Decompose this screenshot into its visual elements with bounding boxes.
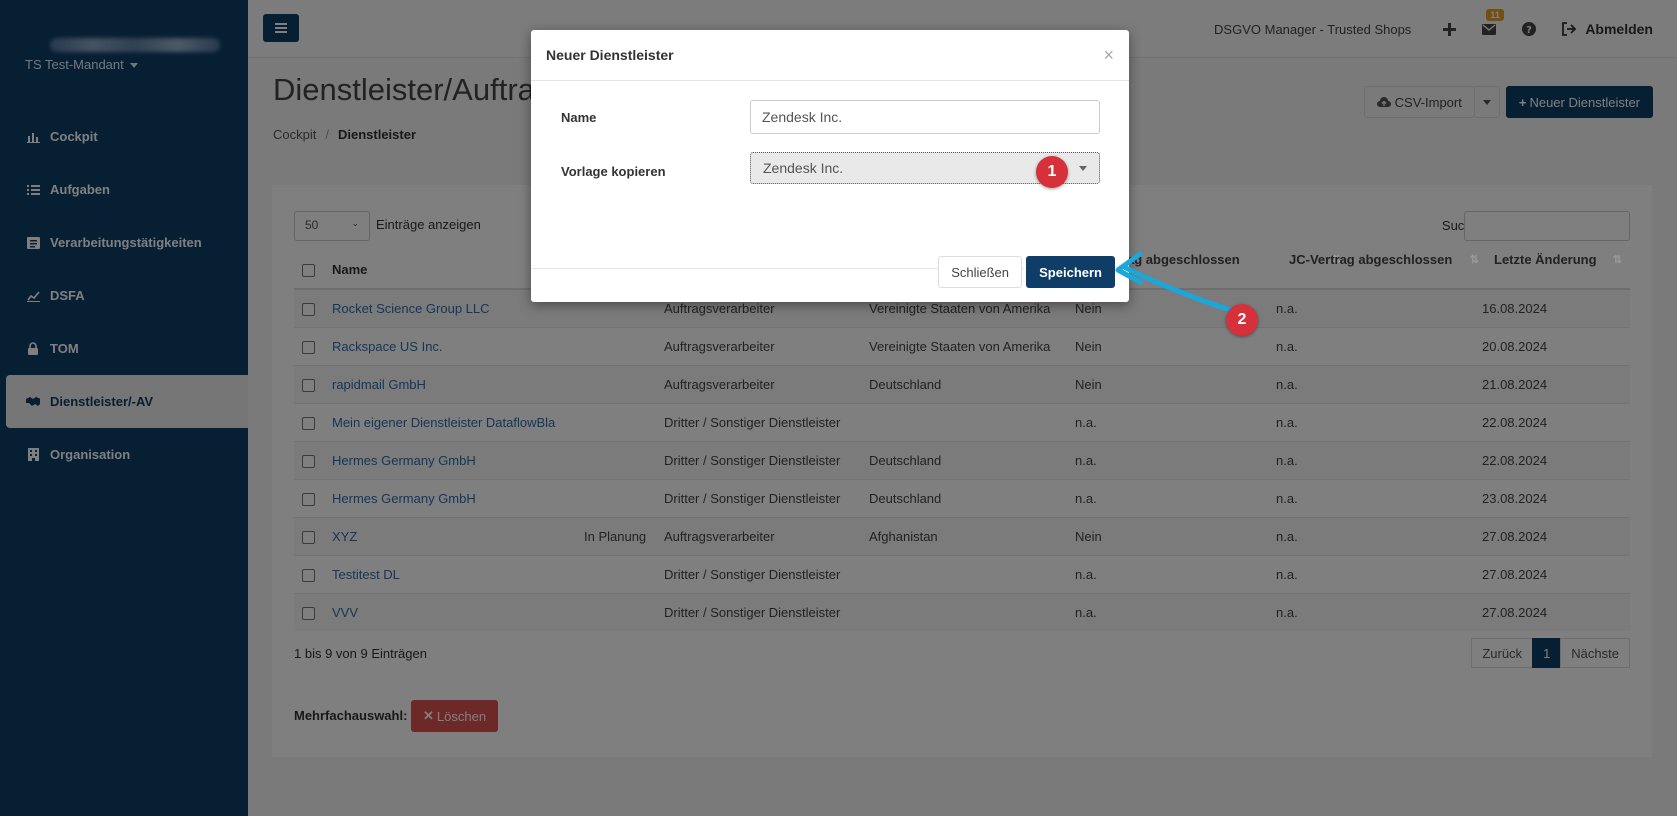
modal-title: Neuer Dienstleister [546,47,674,63]
name-input[interactable]: Zendesk Inc. [750,100,1100,134]
column-header-jc[interactable]: JC-Vertrag abgeschlossen ⇅ [1289,240,1479,278]
template-select-value: Zendesk Inc. [763,160,844,176]
column-header-jc-label: JC-Vertrag abgeschlossen [1289,251,1453,267]
close-button[interactable]: Schließen [938,256,1022,288]
template-label: Vorlage kopieren [561,164,666,179]
column-header-date-label: Letzte Änderung [1494,251,1597,267]
name-label: Name [561,110,597,125]
name-input-value: Zendesk Inc. [762,109,843,125]
column-header-av-label: ag abgeschlossen [1127,251,1240,267]
column-header-date[interactable]: Letzte Änderung ⇅ [1494,240,1622,278]
annotation-marker-1: 1 [1036,156,1068,188]
modal-footer: Schließen Speichern [531,242,1129,302]
save-button[interactable]: Speichern [1026,256,1115,288]
modal-header: Neuer Dienstleister × [531,30,1129,81]
sort-icon: ⇅ [1469,253,1479,266]
annotation-marker-2: 2 [1226,304,1258,336]
caret-down-icon [1067,153,1099,183]
sort-icon: ⇅ [1612,253,1622,266]
close-icon[interactable]: × [1103,45,1114,66]
